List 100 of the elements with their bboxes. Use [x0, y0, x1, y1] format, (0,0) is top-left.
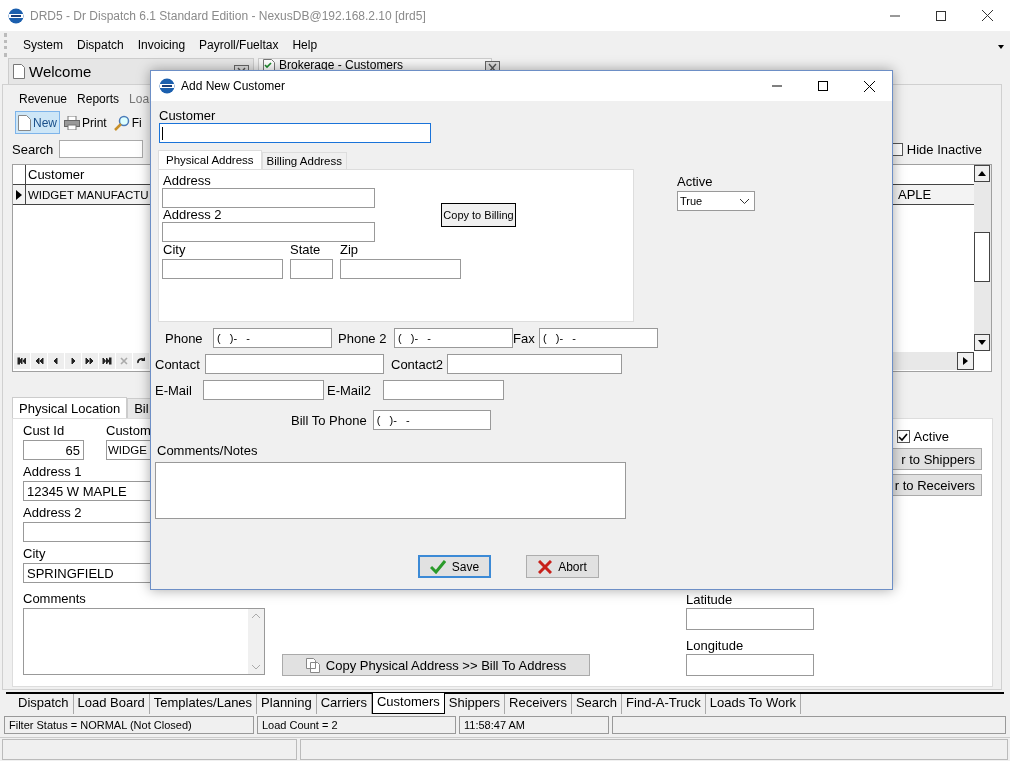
phone-field[interactable]: ( )- -: [394, 328, 513, 348]
caret-icon[interactable]: [998, 45, 1004, 49]
tab[interactable]: Templates/Lanes: [149, 694, 258, 714]
check-icon: [429, 559, 446, 574]
tab[interactable]: Load Board: [73, 694, 150, 714]
new-button[interactable]: New: [15, 111, 60, 134]
close-icon[interactable]: [864, 80, 875, 92]
address-field[interactable]: 12345 W MAPLE: [23, 481, 153, 501]
text-field[interactable]: [203, 380, 324, 400]
up-arrow-icon[interactable]: [978, 171, 986, 176]
tab[interactable]: Customers: [371, 693, 445, 714]
address-field[interactable]: [162, 222, 375, 242]
field-label: City: [23, 546, 47, 561]
tab[interactable]: Planning: [257, 694, 317, 714]
phone-field[interactable]: ( )- -: [372, 410, 491, 430]
first-icon[interactable]: [14, 353, 30, 369]
comments-field[interactable]: [155, 462, 626, 519]
field-label: Comments: [23, 591, 87, 606]
toolbar-item[interactable]: Revenue: [19, 92, 68, 106]
close-icon[interactable]: [982, 10, 993, 21]
prior-icon[interactable]: [48, 353, 64, 369]
text-field[interactable]: [383, 380, 504, 400]
copy-icon: [305, 657, 320, 673]
field-label: Address 1: [23, 464, 83, 479]
address-field[interactable]: [23, 522, 153, 542]
page-icon: [13, 64, 25, 79]
field-label: City: [163, 243, 187, 257]
menu-item[interactable]: Invoicing: [137, 38, 186, 52]
field-label: Customer: [159, 109, 216, 123]
field-label: Contact: [155, 356, 201, 372]
abort-button[interactable]: Abort: [526, 555, 599, 578]
tab[interactable]: Physical Address: [158, 150, 262, 169]
column-header[interactable]: Customer: [26, 167, 150, 182]
checkbox-label: Active: [913, 429, 949, 444]
active-dropdown[interactable]: True: [677, 191, 755, 211]
phone-field[interactable]: ( )- -: [213, 328, 332, 348]
tab[interactable]: Dispatch: [14, 694, 74, 714]
tab[interactable]: Loads To Work: [705, 694, 801, 714]
field-label: Active: [677, 175, 714, 189]
last-icon[interactable]: [99, 353, 115, 369]
cust-id-field[interactable]: 65: [23, 440, 84, 460]
field-label: Fax: [513, 330, 536, 346]
menu-item[interactable]: Help: [292, 38, 318, 52]
printer-icon: [64, 115, 80, 130]
field-label: Bill To Phone: [291, 412, 367, 428]
longitude-field[interactable]: [686, 654, 814, 676]
next-icon[interactable]: [65, 353, 81, 369]
city-field[interactable]: [162, 259, 283, 279]
toolbar-item[interactable]: Reports: [77, 92, 120, 106]
save-button[interactable]: Save: [418, 555, 491, 578]
menu-item[interactable]: System: [23, 38, 63, 52]
city-field[interactable]: SPRINGFIELD: [23, 563, 153, 583]
tab[interactable]: Shippers: [444, 694, 506, 714]
menu-item[interactable]: Dispatch: [77, 38, 124, 52]
menu-item[interactable]: Payroll/Fueltax: [199, 38, 279, 52]
field-label: Cust Id: [23, 423, 66, 438]
state-field[interactable]: [290, 259, 333, 279]
tab[interactable]: Carriers: [316, 694, 372, 714]
field-label: Contact2: [391, 356, 445, 372]
tab[interactable]: Find-A-Truck: [622, 694, 706, 714]
find-button[interactable]: Fi: [110, 111, 145, 134]
zip-field[interactable]: [340, 259, 461, 279]
customer-field[interactable]: WIDGE: [106, 440, 151, 460]
logo-icon: [8, 7, 24, 24]
tab[interactable]: Billing Address: [261, 152, 347, 169]
latitude-field[interactable]: [686, 608, 814, 630]
field-label: Comments/Notes: [157, 444, 258, 458]
field-label: State: [290, 243, 322, 257]
checkbox-label: Hide Inactive: [906, 141, 982, 157]
text-field[interactable]: [447, 354, 622, 374]
status-panel: 11:58:47 AM: [459, 716, 609, 734]
copy-address-button[interactable]: Copy Physical Address >> Bill To Address: [282, 654, 590, 676]
tab[interactable]: Search: [571, 694, 623, 714]
print-button[interactable]: Print: [61, 111, 110, 134]
field-label: Custom: [106, 423, 151, 438]
scrollbar[interactable]: [974, 165, 991, 351]
checkbox[interactable]: [896, 430, 910, 443]
search-field[interactable]: [59, 140, 144, 158]
maximize-icon[interactable]: [936, 10, 946, 21]
address-field[interactable]: [162, 188, 375, 208]
text-field[interactable]: [205, 354, 384, 374]
window-title: DRD5 - Dr Dispatch 6.1 Standard Edition - NexusDB@192.168.2.10 [drd5]: [30, 8, 426, 23]
maximize-icon[interactable]: [818, 81, 828, 91]
field-label: Address 2: [163, 208, 223, 222]
customer-field[interactable]: [159, 123, 431, 143]
status-panel: Filter Status = NORMAL (Not Closed): [4, 716, 254, 734]
logo-icon: [159, 78, 175, 94]
tab[interactable]: Receivers: [505, 694, 572, 714]
down-arrow-icon[interactable]: [978, 340, 986, 345]
table-cell-text: APLE: [897, 187, 932, 202]
field-label: Address: [163, 174, 212, 188]
toolbar-item[interactable]: Loa: [129, 92, 150, 106]
copy-to-billing-button[interactable]: Copy to Billing: [441, 203, 516, 227]
phone-field[interactable]: ( )- -: [539, 328, 658, 348]
right-arrow-icon[interactable]: [963, 357, 968, 365]
tab[interactable]: Physical Location: [12, 397, 128, 418]
refresh-icon[interactable]: [133, 353, 149, 369]
search-label: Search: [12, 141, 54, 157]
chevron-down-icon: [740, 198, 749, 204]
search-icon: [113, 114, 130, 131]
